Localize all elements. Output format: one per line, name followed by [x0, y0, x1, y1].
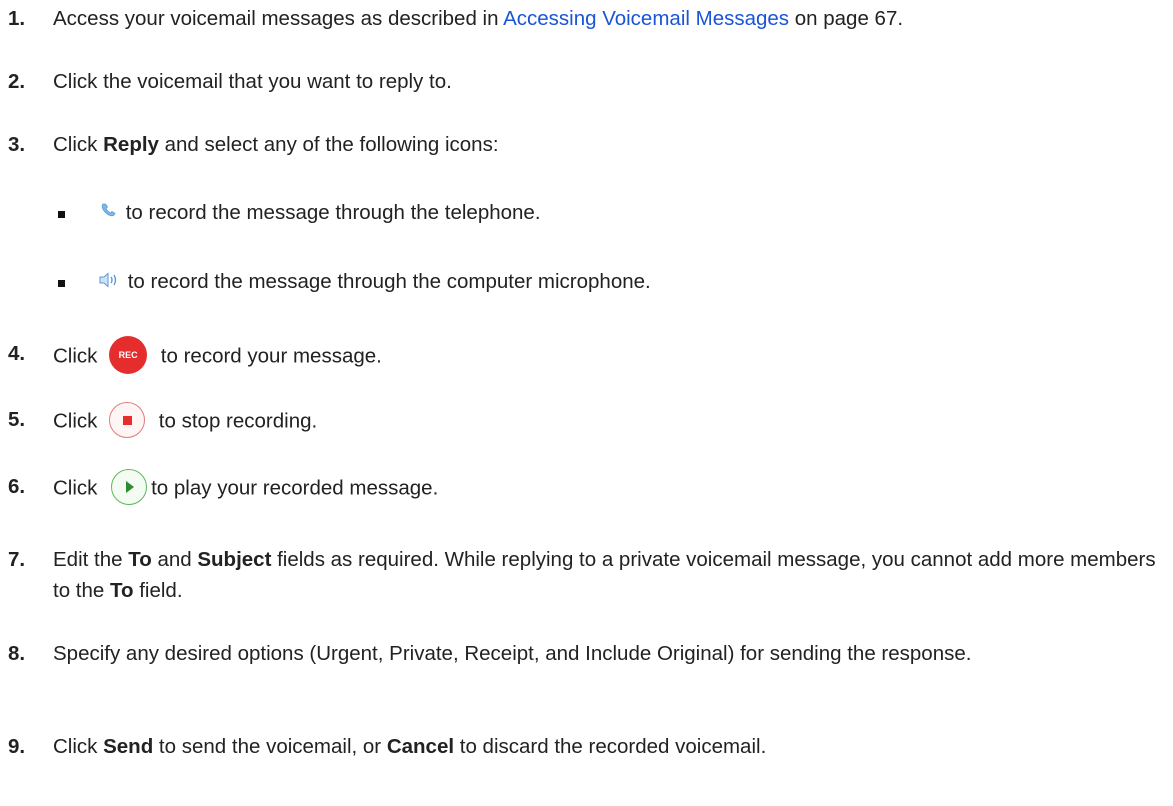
send-label: Send	[103, 735, 154, 758]
reply-label: Reply	[103, 133, 159, 156]
step-text-part: Click	[53, 735, 104, 758]
bullet-text-part: to record the message through the teleph…	[120, 201, 541, 224]
step-number: 4.	[8, 342, 26, 365]
step-text-part: to stop recording.	[153, 409, 318, 433]
accessing-voicemail-link[interactable]: Accessing Voicemail Messages	[503, 7, 789, 30]
subject-field-label: Subject	[197, 548, 272, 571]
step-number: 1.	[8, 7, 26, 30]
play-button-icon	[111, 469, 148, 505]
step-text: Click to play your recorded message.	[53, 469, 1167, 507]
bullet-text: to record the message through the teleph…	[98, 197, 541, 228]
step-text: Click the voicemail that you want to rep…	[53, 70, 452, 93]
bullet-text-part: to record the message through the comput…	[122, 270, 651, 293]
step-text-part: Edit the	[53, 548, 129, 571]
bullet-marker	[58, 280, 65, 287]
step-number: 6.	[8, 475, 26, 498]
step-number: 2.	[8, 70, 26, 93]
step-text-part: to discard the recorded voicemail.	[454, 735, 767, 758]
step-text: Click Reply and select any of the follow…	[53, 129, 1167, 160]
step-text-part: to send the voicemail, or	[153, 735, 387, 758]
step-text-part: to play your recorded message.	[151, 476, 439, 500]
step-number: 9.	[8, 735, 26, 758]
step-text-part: to record your message.	[155, 344, 382, 368]
step-text-part: Click	[53, 133, 104, 156]
step-text-part: on page 67.	[789, 7, 904, 30]
step-text-part: and select any of the following icons:	[158, 133, 499, 156]
speaker-icon	[99, 271, 117, 288]
step-number: 5.	[8, 408, 26, 431]
step-text-part: Access your voicemail messages as descri…	[53, 7, 504, 30]
to-field-label: To	[110, 579, 134, 602]
step-text-part: Click	[53, 344, 104, 368]
to-field-label: To	[128, 548, 152, 571]
step-text-part: Click	[53, 409, 104, 433]
step-text: Access your voicemail messages as descri…	[53, 3, 1167, 34]
step-number: 8.	[8, 642, 26, 665]
step-text: Specify any desired options (Urgent, Pri…	[53, 642, 972, 665]
step-text: Click to stop recording.	[53, 402, 1167, 440]
cancel-label: Cancel	[386, 735, 455, 758]
step-text: Edit the To and Subject fields as requir…	[53, 544, 1167, 606]
bullet-marker	[58, 211, 65, 218]
step-number: 3.	[8, 133, 26, 156]
step-text: Click REC to record your message.	[53, 336, 1167, 376]
step-text: Click Send to send the voicemail, or Can…	[53, 731, 1167, 762]
stop-button-icon	[109, 402, 146, 438]
step-text-part: Click	[53, 476, 104, 500]
step-text-part: and	[151, 548, 198, 571]
step-text-part: field.	[133, 579, 183, 602]
bullet-text: to record the message through the comput…	[98, 266, 651, 297]
phone-icon	[101, 203, 116, 216]
step-number: 7.	[8, 548, 26, 571]
record-button-icon: REC	[109, 336, 148, 374]
